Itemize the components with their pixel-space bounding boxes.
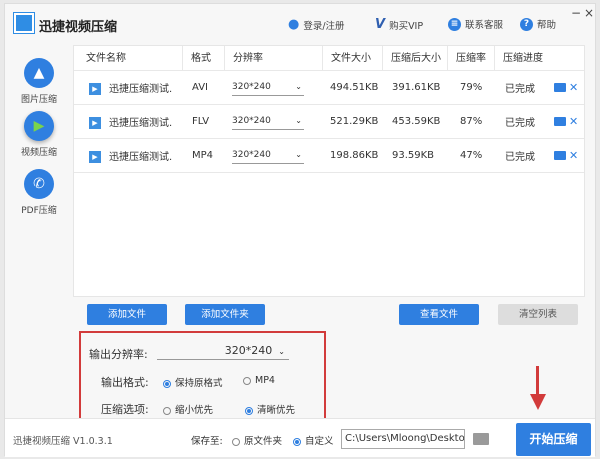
option-small-radio[interactable]: 缩小优先: [163, 402, 213, 416]
size-cell: 494.51KB: [330, 82, 379, 93]
app-title: 迅捷视频压缩: [39, 20, 118, 35]
radio-checked: [245, 406, 253, 415]
compressed-size-cell: 93.59KB: [392, 150, 435, 161]
chat-icon: ≡: [448, 17, 461, 31]
red-arrow-icon: [536, 366, 539, 396]
save-to-label: 保存至:: [191, 436, 223, 447]
open-folder-icon[interactable]: [554, 151, 566, 160]
rate-cell: 79%: [460, 82, 483, 93]
resolution-select[interactable]: 320*240 ⌄: [157, 344, 289, 360]
status-cell: 已完成: [505, 84, 535, 95]
file-name-cell: ▶ 迅捷压缩测试.: [89, 114, 172, 129]
footer: 迅捷视频压缩 V1.0.3.1 保存至: 原文件夹 自定义 C:\Users\M…: [5, 418, 595, 457]
help-button[interactable]: ? 帮助: [520, 17, 556, 31]
row-actions: ✕: [554, 149, 578, 162]
view-files-button[interactable]: 查看文件: [399, 304, 479, 325]
title-bar: 迅捷视频压缩 ● 登录/注册 V 购买VIP ≡ 联系客服 ? 帮助 − ×: [5, 4, 595, 44]
add-file-button[interactable]: 添加文件: [87, 304, 167, 325]
resolution-select[interactable]: 320*240 ⌄: [232, 114, 304, 130]
open-folder-icon[interactable]: [554, 117, 566, 126]
header-resolution: 分辨率: [224, 45, 263, 71]
remove-icon[interactable]: ✕: [569, 115, 578, 128]
size-cell: 198.86KB: [330, 150, 379, 161]
chevron-down-icon: ⌄: [295, 115, 302, 125]
play-icon: ▶: [24, 111, 54, 141]
table-header: 文件名称 格式 分辨率 文件大小 压缩后大小 压缩率 压缩进度: [74, 45, 584, 71]
radio-unchecked: [243, 376, 251, 385]
format-label: 输出格式:: [101, 376, 149, 389]
app-window: 迅捷视频压缩 ● 登录/注册 V 购买VIP ≡ 联系客服 ? 帮助 − × ▲ 图片压缩…: [4, 3, 596, 457]
rate-cell: 87%: [460, 116, 483, 127]
header-name: 文件名称: [86, 52, 126, 64]
video-file-icon: ▶: [89, 117, 101, 129]
file-name-cell: ▶ 迅捷压缩测试.: [89, 80, 172, 95]
status-cell: 已完成: [505, 118, 535, 129]
chevron-down-icon: ⌄: [278, 347, 285, 356]
minimize-button[interactable]: −: [571, 6, 581, 20]
close-button[interactable]: ×: [584, 6, 594, 20]
chevron-down-icon: ⌄: [295, 81, 302, 91]
start-compress-button[interactable]: 开始压缩: [516, 423, 591, 456]
chevron-down-icon: ⌄: [295, 149, 302, 159]
contact-service-button[interactable]: ≡ 联系客服: [448, 17, 503, 31]
row-actions: ✕: [554, 115, 578, 128]
resolution-label: 输出分辨率:: [89, 348, 148, 361]
format-mp4-radio[interactable]: MP4: [243, 375, 275, 386]
login-button[interactable]: ● 登录/注册: [288, 17, 345, 32]
video-file-icon: ▶: [89, 151, 101, 163]
radio-unchecked: [232, 437, 240, 446]
sidebar-item-pdf[interactable]: ✆ PDF压缩: [5, 169, 73, 216]
custom-radio[interactable]: 自定义: [293, 433, 334, 447]
red-arrow-head: [530, 394, 546, 410]
video-file-icon: ▶: [89, 83, 101, 95]
row-actions: ✕: [554, 81, 578, 94]
rate-cell: 47%: [460, 150, 483, 161]
size-cell: 521.29KB: [330, 116, 379, 127]
open-folder-icon[interactable]: [554, 83, 566, 92]
original-folder-radio[interactable]: 原文件夹: [232, 433, 282, 447]
header-size: 文件大小: [322, 45, 371, 71]
status-cell: 已完成: [505, 152, 535, 163]
remove-icon[interactable]: ✕: [569, 149, 578, 162]
header-format: 格式: [182, 45, 211, 71]
file-name-cell: ▶ 迅捷压缩测试.: [89, 148, 172, 163]
sidebar-item-video[interactable]: ▶ 视频压缩: [5, 111, 73, 158]
app-logo-icon: [13, 12, 35, 34]
option-label: 压缩选项:: [101, 403, 149, 416]
format-keep-radio[interactable]: 保持原格式: [163, 375, 223, 389]
browse-folder-icon[interactable]: [473, 433, 489, 445]
compressed-size-cell: 453.59KB: [392, 116, 441, 127]
remove-icon[interactable]: ✕: [569, 81, 578, 94]
compressed-size-cell: 391.61KB: [392, 82, 441, 93]
radio-unchecked: [163, 406, 171, 415]
header-rate: 压缩率: [447, 45, 486, 71]
add-folder-button[interactable]: 添加文件夹: [185, 304, 265, 325]
image-icon: ▲: [24, 58, 54, 88]
user-icon: ●: [288, 17, 300, 32]
file-table: 文件名称 格式 分辨率 文件大小 压缩后大小 压缩率 压缩进度 ▶ 迅捷压缩测试.…: [73, 45, 585, 297]
resolution-select[interactable]: 320*240 ⌄: [232, 80, 304, 96]
header-compressed: 压缩后大小: [382, 45, 441, 71]
radio-checked: [163, 379, 171, 388]
clear-list-button[interactable]: 清空列表: [498, 304, 578, 325]
save-path-input[interactable]: C:\Users\Mloong\Desktop: [341, 429, 465, 449]
sidebar-item-image[interactable]: ▲ 图片压缩: [5, 58, 73, 105]
pdf-icon: ✆: [24, 169, 54, 199]
header-progress: 压缩进度: [494, 45, 543, 71]
buy-vip-button[interactable]: V 购买VIP: [375, 17, 423, 32]
help-icon: ?: [520, 17, 533, 31]
table-row: ▶ 迅捷压缩测试. MP4 320*240 ⌄ 198.86KB 93.59KB 4…: [74, 139, 584, 173]
format-cell: AVI: [192, 82, 208, 93]
resolution-select[interactable]: 320*240 ⌄: [232, 148, 304, 164]
table-row: ▶ 迅捷压缩测试. AVI 320*240 ⌄ 494.51KB 391.61KB …: [74, 71, 584, 105]
vip-icon: V: [375, 17, 386, 32]
radio-checked: [293, 437, 301, 446]
table-row: ▶ 迅捷压缩测试. FLV 320*240 ⌄ 521.29KB 453.59KB …: [74, 105, 584, 139]
version-label: 迅捷视频压缩 V1.0.3.1: [13, 436, 113, 447]
format-cell: MP4: [192, 150, 214, 161]
format-cell: FLV: [192, 116, 210, 127]
option-clear-radio[interactable]: 清晰优先: [245, 402, 295, 416]
